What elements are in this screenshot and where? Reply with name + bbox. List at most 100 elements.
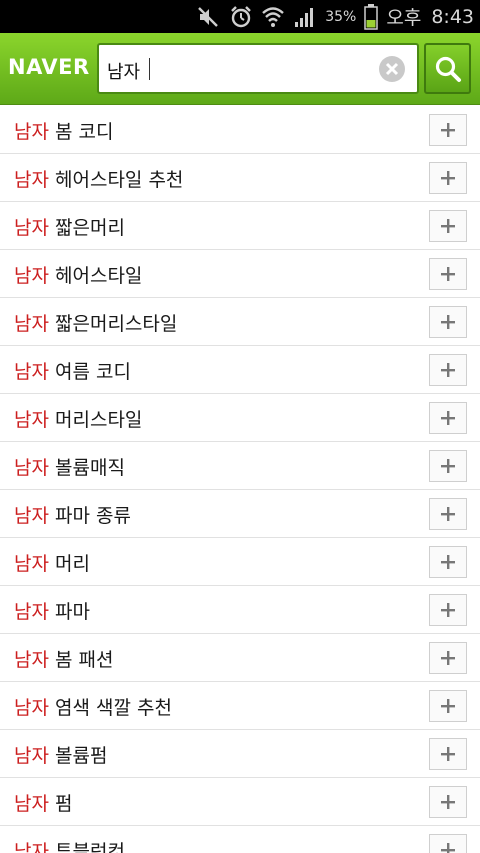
suggestion-text[interactable]: 남자 봄 패션	[14, 645, 114, 672]
append-suggestion-button[interactable]	[429, 786, 467, 818]
search-button[interactable]	[424, 43, 471, 94]
suggestion-row[interactable]: 남자 볼륨펌	[0, 730, 480, 778]
search-input[interactable]: 남자	[97, 43, 419, 94]
status-bar: 35% 오후 8:43	[0, 0, 480, 33]
suggestion-row[interactable]: 남자 볼륨매직	[0, 442, 480, 490]
suggestion-keyword: 남자	[14, 361, 49, 383]
plus-icon	[441, 315, 455, 329]
time-ampm: 오후	[386, 7, 422, 29]
suggestion-row[interactable]: 남자 염색 색깔 추천	[0, 682, 480, 730]
suggestion-keyword: 남자	[14, 697, 49, 719]
plus-icon	[441, 267, 455, 281]
append-suggestion-button[interactable]	[429, 114, 467, 146]
plus-icon	[441, 699, 455, 713]
suggestion-keyword: 남자	[14, 217, 49, 239]
suggestion-text[interactable]: 남자 볼륨매직	[14, 453, 125, 480]
suggestion-keyword: 남자	[14, 121, 49, 143]
suggestion-text[interactable]: 남자 머리	[14, 549, 90, 576]
suggestion-row[interactable]: 남자 짧은머리스타일	[0, 298, 480, 346]
suggestion-rest: 헤어스타일	[48, 265, 143, 287]
plus-icon	[441, 795, 455, 809]
suggestion-row[interactable]: 남자 봄 코디	[0, 106, 480, 154]
suggestion-row[interactable]: 남자 펌	[0, 778, 480, 826]
plus-icon	[441, 603, 455, 617]
suggestion-rest: 볼륨펌	[48, 745, 108, 767]
suggestion-text[interactable]: 남자 여름 코디	[14, 357, 131, 384]
suggestion-keyword: 남자	[14, 505, 49, 527]
append-suggestion-button[interactable]	[429, 642, 467, 674]
append-suggestion-button[interactable]	[429, 738, 467, 770]
suggestion-rest: 볼륨매직	[48, 457, 125, 479]
plus-icon	[441, 411, 455, 425]
append-suggestion-button[interactable]	[429, 162, 467, 194]
suggestion-rest: 염색 색깔 추천	[48, 697, 172, 719]
suggestion-row[interactable]: 남자 여름 코디	[0, 346, 480, 394]
close-icon	[385, 62, 399, 76]
suggestion-text[interactable]: 남자 짧은머리스타일	[14, 309, 177, 336]
battery-percent: 35%	[325, 8, 357, 25]
suggestion-rest: 펌	[48, 793, 73, 815]
append-suggestion-button[interactable]	[429, 690, 467, 722]
suggestion-list: 남자 봄 코디 남자 헤어스타일 추천 남자 짧은머리 남자 헤어스타일 남자 짧은머리…	[0, 106, 480, 853]
suggestion-text[interactable]: 남자 헤어스타일	[14, 261, 142, 288]
suggestion-rest: 투블럭컷	[48, 841, 125, 853]
suggestion-row[interactable]: 남자 파마	[0, 586, 480, 634]
clear-search-button[interactable]	[379, 56, 405, 82]
plus-icon	[441, 123, 455, 137]
signal-icon	[293, 6, 317, 28]
suggestion-text[interactable]: 남자 투블럭컷	[14, 837, 125, 853]
suggestion-keyword: 남자	[14, 841, 49, 853]
append-suggestion-button[interactable]	[429, 498, 467, 530]
suggestion-text[interactable]: 남자 파마	[14, 597, 90, 624]
suggestion-text[interactable]: 남자 파마 종류	[14, 501, 131, 528]
suggestion-rest: 봄 패션	[48, 649, 114, 671]
suggestion-keyword: 남자	[14, 553, 49, 575]
suggestion-rest: 머리	[48, 553, 90, 575]
suggestion-keyword: 남자	[14, 409, 49, 431]
search-query-text[interactable]: 남자	[107, 58, 140, 84]
suggestion-row[interactable]: 남자 짧은머리	[0, 202, 480, 250]
plus-icon	[441, 219, 455, 233]
suggestion-rest: 여름 코디	[48, 361, 131, 383]
suggestion-text[interactable]: 남자 볼륨펌	[14, 741, 107, 768]
naver-logo[interactable]: NAVER	[8, 55, 90, 79]
suggestion-keyword: 남자	[14, 601, 49, 623]
append-suggestion-button[interactable]	[429, 450, 467, 482]
battery-icon	[364, 3, 379, 30]
append-suggestion-button[interactable]	[429, 258, 467, 290]
append-suggestion-button[interactable]	[429, 402, 467, 434]
suggestion-row[interactable]: 남자 머리스타일	[0, 394, 480, 442]
suggestion-text[interactable]: 남자 염색 색깔 추천	[14, 693, 172, 720]
plus-icon	[441, 507, 455, 521]
append-suggestion-button[interactable]	[429, 834, 467, 853]
plus-icon	[441, 651, 455, 665]
suggestion-rest: 봄 코디	[48, 121, 114, 143]
suggestion-row[interactable]: 남자 봄 패션	[0, 634, 480, 682]
append-suggestion-button[interactable]	[429, 546, 467, 578]
suggestion-keyword: 남자	[14, 793, 49, 815]
suggestion-keyword: 남자	[14, 457, 49, 479]
suggestion-rest: 짧은머리	[48, 217, 125, 239]
plus-icon	[441, 843, 455, 853]
suggestion-text[interactable]: 남자 봄 코디	[14, 117, 114, 144]
suggestion-rest: 헤어스타일 추천	[48, 169, 184, 191]
append-suggestion-button[interactable]	[429, 306, 467, 338]
append-suggestion-button[interactable]	[429, 594, 467, 626]
append-suggestion-button[interactable]	[429, 210, 467, 242]
suggestion-rest: 파마 종류	[48, 505, 131, 527]
alarm-icon	[229, 5, 253, 29]
wifi-icon	[261, 5, 285, 29]
suggestion-row[interactable]: 남자 투블럭컷	[0, 826, 480, 853]
mute-icon	[197, 6, 221, 28]
suggestion-row[interactable]: 남자 머리	[0, 538, 480, 586]
suggestion-text[interactable]: 남자 펌	[14, 789, 73, 816]
suggestion-text[interactable]: 남자 짧은머리	[14, 213, 125, 240]
suggestion-rest: 파마	[48, 601, 90, 623]
plus-icon	[441, 747, 455, 761]
suggestion-row[interactable]: 남자 파마 종류	[0, 490, 480, 538]
suggestion-row[interactable]: 남자 헤어스타일	[0, 250, 480, 298]
suggestion-row[interactable]: 남자 헤어스타일 추천	[0, 154, 480, 202]
append-suggestion-button[interactable]	[429, 354, 467, 386]
suggestion-text[interactable]: 남자 헤어스타일 추천	[14, 165, 183, 192]
suggestion-text[interactable]: 남자 머리스타일	[14, 405, 142, 432]
